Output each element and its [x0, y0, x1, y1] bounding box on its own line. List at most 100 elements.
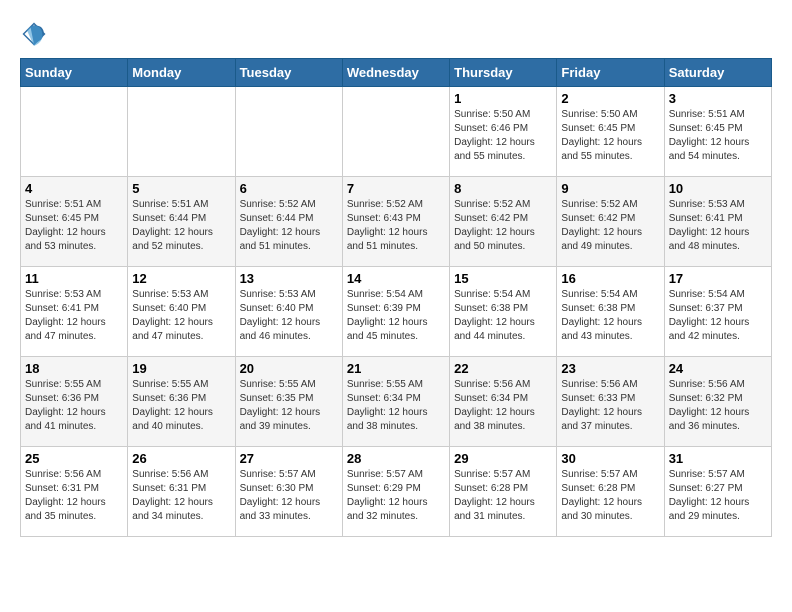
weekday-header-wednesday: Wednesday [342, 59, 449, 87]
day-info: Sunrise: 5:54 AM Sunset: 6:39 PM Dayligh… [347, 288, 445, 344]
calendar-cell: 28Sunrise: 5:57 AM Sunset: 6:29 PM Dayli… [342, 447, 449, 537]
day-info: Sunrise: 5:53 AM Sunset: 6:40 PM Dayligh… [132, 288, 230, 344]
header-row: SundayMondayTuesdayWednesdayThursdayFrid… [21, 59, 772, 87]
day-info: Sunrise: 5:54 AM Sunset: 6:38 PM Dayligh… [561, 288, 659, 344]
day-number: 2 [561, 91, 659, 106]
day-number: 21 [347, 361, 445, 376]
day-info: Sunrise: 5:56 AM Sunset: 6:33 PM Dayligh… [561, 378, 659, 434]
day-number: 19 [132, 361, 230, 376]
day-number: 4 [25, 181, 123, 196]
calendar-cell: 20 Sunrise: 5:55 AM Sunset: 6:35 PM Dayli… [235, 357, 342, 447]
calendar-cell: 30 Sunrise: 5:57 AM Sunset: 6:28 PM Dayli… [557, 447, 664, 537]
calendar-cell: 31 Sunrise: 5:57 AM Sunset: 6:27 PM Dayli… [664, 447, 771, 537]
calendar-cell: 25 Sunrise: 5:56 AM Sunset: 6:31 PM Dayli… [21, 447, 128, 537]
calendar-cell: 11Sunrise: 5:53 AM Sunset: 6:41 PM Dayli… [21, 267, 128, 357]
calendar-table: SundayMondayTuesdayWednesdayThursdayFrid… [20, 58, 772, 537]
day-number: 30 [561, 451, 659, 466]
page-header [20, 20, 772, 48]
day-number: 5 [132, 181, 230, 196]
day-info: Sunrise: 5:54 AM Sunset: 6:37 PM Dayligh… [669, 288, 767, 344]
day-info: Sunrise: 5:51 AM Sunset: 6:44 PM Dayligh… [132, 198, 230, 254]
day-info: Sunrise: 5:54 AM Sunset: 6:38 PM Dayligh… [454, 288, 552, 344]
calendar-week-row: 25 Sunrise: 5:56 AM Sunset: 6:31 PM Dayli… [21, 447, 772, 537]
day-info: Sunrise: 5:53 AM Sunset: 6:40 PM Dayligh… [240, 288, 338, 344]
calendar-week-row: 18Sunrise: 5:55 AM Sunset: 6:36 PM Dayli… [21, 357, 772, 447]
day-info: Sunrise: 5:57 AM Sunset: 6:29 PM Dayligh… [347, 468, 445, 524]
calendar-cell [21, 87, 128, 177]
day-info: Sunrise: 5:52 AM Sunset: 6:44 PM Dayligh… [240, 198, 338, 254]
calendar-cell: 15 Sunrise: 5:54 AM Sunset: 6:38 PM Dayli… [450, 267, 557, 357]
day-number: 25 [25, 451, 123, 466]
calendar-cell: 7 Sunrise: 5:52 AM Sunset: 6:43 PM Daylig… [342, 177, 449, 267]
day-number: 12 [132, 271, 230, 286]
calendar-cell: 19Sunrise: 5:55 AM Sunset: 6:36 PM Dayli… [128, 357, 235, 447]
calendar-cell: 10Sunrise: 5:53 AM Sunset: 6:41 PM Dayli… [664, 177, 771, 267]
calendar-week-row: 1Sunrise: 5:50 AM Sunset: 6:46 PM Daylig… [21, 87, 772, 177]
day-info: Sunrise: 5:57 AM Sunset: 6:28 PM Dayligh… [454, 468, 552, 524]
weekday-header-tuesday: Tuesday [235, 59, 342, 87]
day-info: Sunrise: 5:56 AM Sunset: 6:32 PM Dayligh… [669, 378, 767, 434]
day-info: Sunrise: 5:55 AM Sunset: 6:34 PM Dayligh… [347, 378, 445, 434]
day-info: Sunrise: 5:57 AM Sunset: 6:30 PM Dayligh… [240, 468, 338, 524]
calendar-cell: 5 Sunrise: 5:51 AM Sunset: 6:44 PM Daylig… [128, 177, 235, 267]
day-number: 1 [454, 91, 552, 106]
day-info: Sunrise: 5:52 AM Sunset: 6:43 PM Dayligh… [347, 198, 445, 254]
calendar-cell: 27 Sunrise: 5:57 AM Sunset: 6:30 PM Dayli… [235, 447, 342, 537]
calendar-cell [128, 87, 235, 177]
day-info: Sunrise: 5:55 AM Sunset: 6:35 PM Dayligh… [240, 378, 338, 434]
logo [20, 20, 52, 48]
calendar-cell: 6Sunrise: 5:52 AM Sunset: 6:44 PM Daylig… [235, 177, 342, 267]
calendar-cell: 22 Sunrise: 5:56 AM Sunset: 6:34 PM Dayli… [450, 357, 557, 447]
calendar-cell [342, 87, 449, 177]
calendar-cell: 18Sunrise: 5:55 AM Sunset: 6:36 PM Dayli… [21, 357, 128, 447]
day-info: Sunrise: 5:56 AM Sunset: 6:34 PM Dayligh… [454, 378, 552, 434]
day-number: 14 [347, 271, 445, 286]
weekday-header-saturday: Saturday [664, 59, 771, 87]
day-info: Sunrise: 5:51 AM Sunset: 6:45 PM Dayligh… [669, 108, 767, 164]
day-info: Sunrise: 5:52 AM Sunset: 6:42 PM Dayligh… [454, 198, 552, 254]
weekday-header-friday: Friday [557, 59, 664, 87]
day-number: 16 [561, 271, 659, 286]
calendar-cell: 16 Sunrise: 5:54 AM Sunset: 6:38 PM Dayli… [557, 267, 664, 357]
calendar-cell: 4 Sunrise: 5:51 AM Sunset: 6:45 PM Daylig… [21, 177, 128, 267]
calendar-cell [235, 87, 342, 177]
calendar-cell: 9 Sunrise: 5:52 AM Sunset: 6:42 PM Daylig… [557, 177, 664, 267]
day-info: Sunrise: 5:55 AM Sunset: 6:36 PM Dayligh… [25, 378, 123, 434]
logo-icon [20, 20, 48, 48]
day-number: 3 [669, 91, 767, 106]
calendar-cell: 8 Sunrise: 5:52 AM Sunset: 6:42 PM Daylig… [450, 177, 557, 267]
day-number: 15 [454, 271, 552, 286]
calendar-week-row: 4 Sunrise: 5:51 AM Sunset: 6:45 PM Daylig… [21, 177, 772, 267]
calendar-cell: 17 Sunrise: 5:54 AM Sunset: 6:37 PM Dayli… [664, 267, 771, 357]
calendar-cell: 21 Sunrise: 5:55 AM Sunset: 6:34 PM Dayli… [342, 357, 449, 447]
calendar-cell: 24Sunrise: 5:56 AM Sunset: 6:32 PM Dayli… [664, 357, 771, 447]
day-info: Sunrise: 5:57 AM Sunset: 6:27 PM Dayligh… [669, 468, 767, 524]
day-info: Sunrise: 5:51 AM Sunset: 6:45 PM Dayligh… [25, 198, 123, 254]
day-info: Sunrise: 5:56 AM Sunset: 6:31 PM Dayligh… [25, 468, 123, 524]
day-info: Sunrise: 5:50 AM Sunset: 6:45 PM Dayligh… [561, 108, 659, 164]
day-number: 27 [240, 451, 338, 466]
day-number: 22 [454, 361, 552, 376]
calendar-cell: 2 Sunrise: 5:50 AM Sunset: 6:45 PM Daylig… [557, 87, 664, 177]
day-number: 20 [240, 361, 338, 376]
calendar-cell: 13Sunrise: 5:53 AM Sunset: 6:40 PM Dayli… [235, 267, 342, 357]
calendar-cell: 29 Sunrise: 5:57 AM Sunset: 6:28 PM Dayli… [450, 447, 557, 537]
day-info: Sunrise: 5:57 AM Sunset: 6:28 PM Dayligh… [561, 468, 659, 524]
day-number: 17 [669, 271, 767, 286]
day-number: 8 [454, 181, 552, 196]
weekday-header-sunday: Sunday [21, 59, 128, 87]
calendar-cell: 1Sunrise: 5:50 AM Sunset: 6:46 PM Daylig… [450, 87, 557, 177]
day-number: 29 [454, 451, 552, 466]
day-info: Sunrise: 5:52 AM Sunset: 6:42 PM Dayligh… [561, 198, 659, 254]
calendar-cell: 12 Sunrise: 5:53 AM Sunset: 6:40 PM Dayli… [128, 267, 235, 357]
day-number: 9 [561, 181, 659, 196]
day-number: 23 [561, 361, 659, 376]
calendar-week-row: 11Sunrise: 5:53 AM Sunset: 6:41 PM Dayli… [21, 267, 772, 357]
day-number: 26 [132, 451, 230, 466]
day-number: 11 [25, 271, 123, 286]
weekday-header-monday: Monday [128, 59, 235, 87]
day-number: 31 [669, 451, 767, 466]
weekday-header-thursday: Thursday [450, 59, 557, 87]
calendar-cell: 14 Sunrise: 5:54 AM Sunset: 6:39 PM Dayli… [342, 267, 449, 357]
day-number: 7 [347, 181, 445, 196]
